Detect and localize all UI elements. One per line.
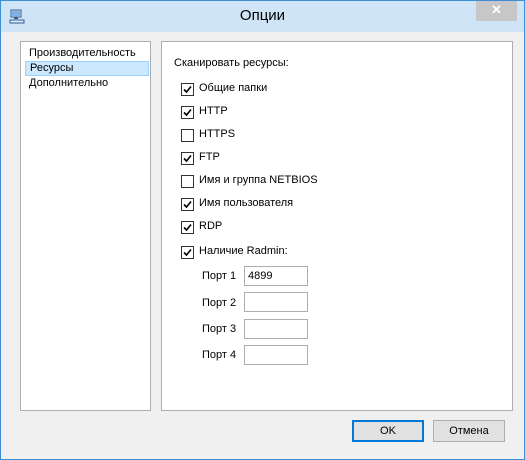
netbios-checkbox[interactable]	[181, 175, 194, 188]
port-1-input[interactable]: 4899	[244, 266, 308, 286]
https-checkbox[interactable]	[181, 129, 194, 142]
options-dialog: Опции ✕ Производительность Ресурсы Допол…	[0, 0, 525, 460]
port-2-label: Порт 2	[202, 297, 237, 309]
https-label: HTTPS	[199, 128, 236, 140]
window-title: Опции	[239, 7, 286, 24]
radmin-label: Наличие Radmin:	[199, 245, 288, 257]
title-bar: Опции ✕	[1, 1, 524, 32]
nav-item-advanced[interactable]: Дополнительно	[25, 76, 149, 91]
http-checkbox[interactable]	[181, 106, 194, 119]
port-4-input[interactable]	[244, 345, 308, 365]
checkmark-icon	[183, 223, 192, 232]
port-3-label: Порт 3	[202, 323, 237, 335]
checkmark-icon	[183, 154, 192, 163]
ftp-checkbox[interactable]	[181, 152, 194, 165]
scan-resources-label: Сканировать ресурсы:	[174, 57, 289, 69]
port-1-label: Порт 1	[202, 270, 237, 282]
shared-folders-label: Общие папки	[199, 82, 268, 94]
port-2-input[interactable]	[244, 292, 308, 312]
checkmark-icon	[183, 85, 192, 94]
netbios-label: Имя и группа NETBIOS	[199, 174, 318, 186]
nav-item-resources[interactable]: Ресурсы	[25, 61, 149, 76]
radmin-checkbox[interactable]	[181, 246, 194, 259]
checkmark-icon	[183, 108, 192, 117]
close-icon: ✕	[491, 2, 502, 17]
username-label: Имя пользователя	[199, 197, 294, 209]
options-nav-list: Производительность Ресурсы Дополнительно	[20, 41, 151, 411]
close-button[interactable]: ✕	[476, 1, 517, 21]
checkmark-icon	[183, 248, 192, 257]
http-label: HTTP	[199, 105, 228, 117]
cancel-button[interactable]: Отмена	[433, 420, 505, 442]
username-checkbox[interactable]	[181, 198, 194, 211]
rdp-checkbox[interactable]	[181, 221, 194, 234]
rdp-label: RDP	[199, 220, 223, 232]
checkmark-icon	[183, 200, 192, 209]
port-4-label: Порт 4	[202, 349, 237, 361]
port-3-input[interactable]	[244, 319, 308, 339]
ok-button[interactable]: OK	[352, 420, 424, 442]
ftp-label: FTP	[199, 151, 220, 163]
nav-item-performance[interactable]: Производительность	[25, 46, 149, 61]
shared-folders-checkbox[interactable]	[181, 83, 194, 96]
resources-panel: Сканировать ресурсы: Общие папки HTTP HT…	[161, 41, 513, 411]
